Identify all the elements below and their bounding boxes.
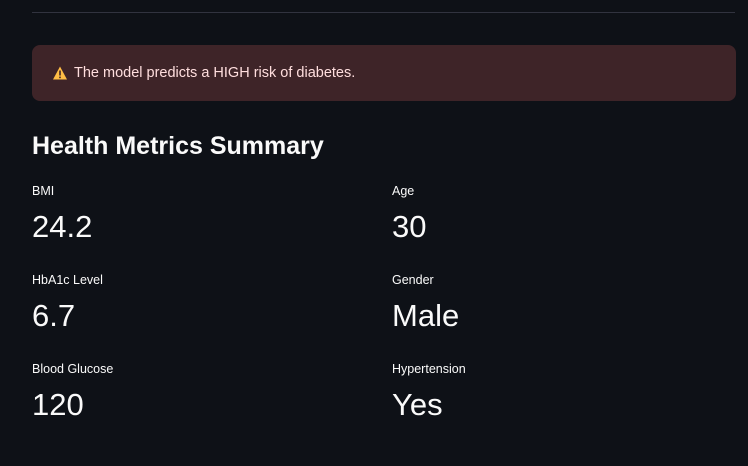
alert-message: The model predicts a HIGH risk of diabet… xyxy=(74,65,356,81)
metric-label: Age xyxy=(392,184,415,198)
metric-value: 24.2 xyxy=(32,209,93,244)
metric-value: Male xyxy=(392,298,460,333)
section-title: Health Metrics Summary xyxy=(32,132,324,160)
metric-value: 30 xyxy=(392,209,427,244)
metric-label: BMI xyxy=(32,184,55,198)
metric-label: Hypertension xyxy=(392,362,466,376)
metric-label: HbA1c Level xyxy=(32,273,103,287)
warning-icon xyxy=(52,65,68,81)
top-divider xyxy=(32,12,735,13)
metric-hypertension: Hypertension Yes xyxy=(392,361,466,424)
risk-alert: The model predicts a HIGH risk of diabet… xyxy=(32,45,736,101)
metric-hba1c: HbA1c Level 6.7 xyxy=(32,272,103,335)
metric-gender: Gender Male xyxy=(392,272,459,335)
metric-value: 120 xyxy=(32,387,84,422)
metric-blood-glucose: Blood Glucose 120 xyxy=(32,361,113,424)
metric-value: Yes xyxy=(392,387,443,422)
metric-age: Age 30 xyxy=(392,183,426,246)
metric-value: 6.7 xyxy=(32,298,76,333)
metric-label: Blood Glucose xyxy=(32,362,114,376)
metric-bmi: BMI 24.2 xyxy=(32,183,92,246)
metric-label: Gender xyxy=(392,273,434,287)
